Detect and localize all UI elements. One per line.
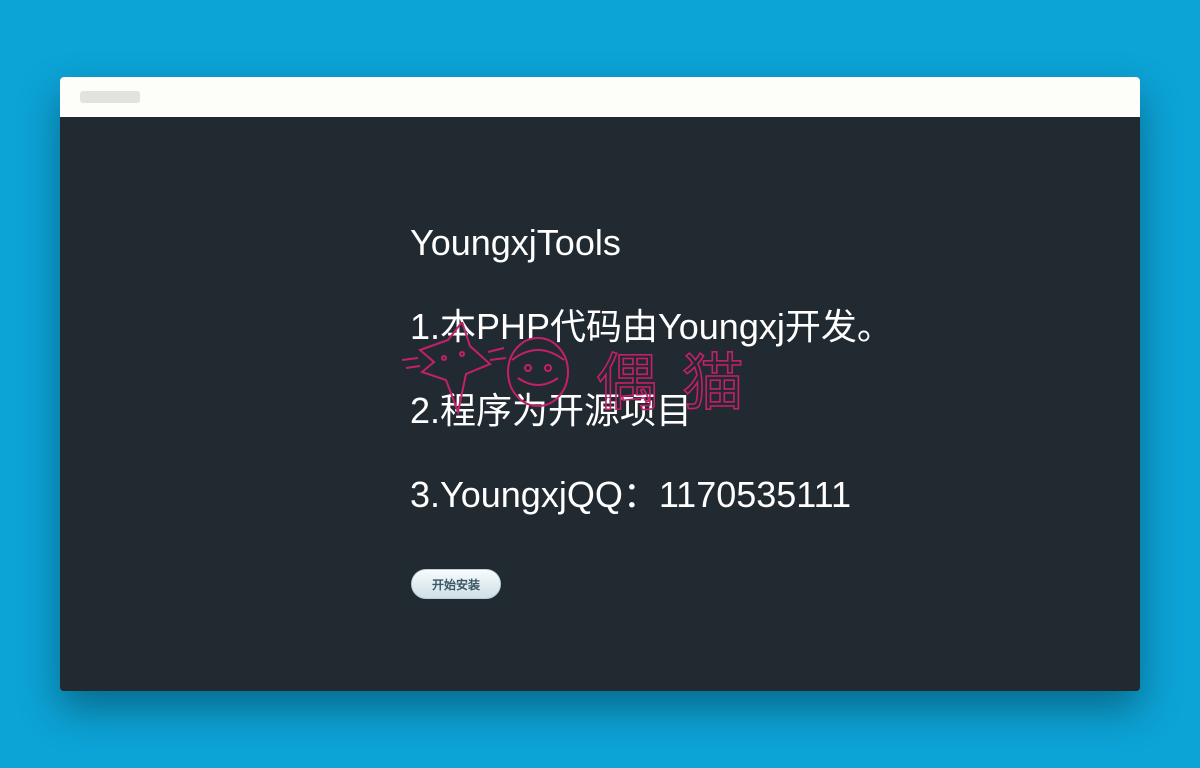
start-install-button[interactable]: 开始安装	[411, 569, 501, 599]
info-line-open-source: 2.程序为开源项目	[410, 390, 693, 431]
titlebar-placeholder	[80, 91, 140, 103]
info-line-developer: 1.本PHP代码由Youngxj开发。	[410, 306, 893, 347]
app-title: YoungxjTools	[410, 222, 621, 263]
main-content: YoungxjTools 1.本PHP代码由Youngxj开发。 2.程序为开源…	[60, 117, 1140, 691]
window-titlebar	[60, 77, 1140, 117]
app-window: YoungxjTools 1.本PHP代码由Youngxj开发。 2.程序为开源…	[60, 77, 1140, 691]
info-line-qq: 3.YoungxjQQ：1170535111	[410, 474, 852, 515]
